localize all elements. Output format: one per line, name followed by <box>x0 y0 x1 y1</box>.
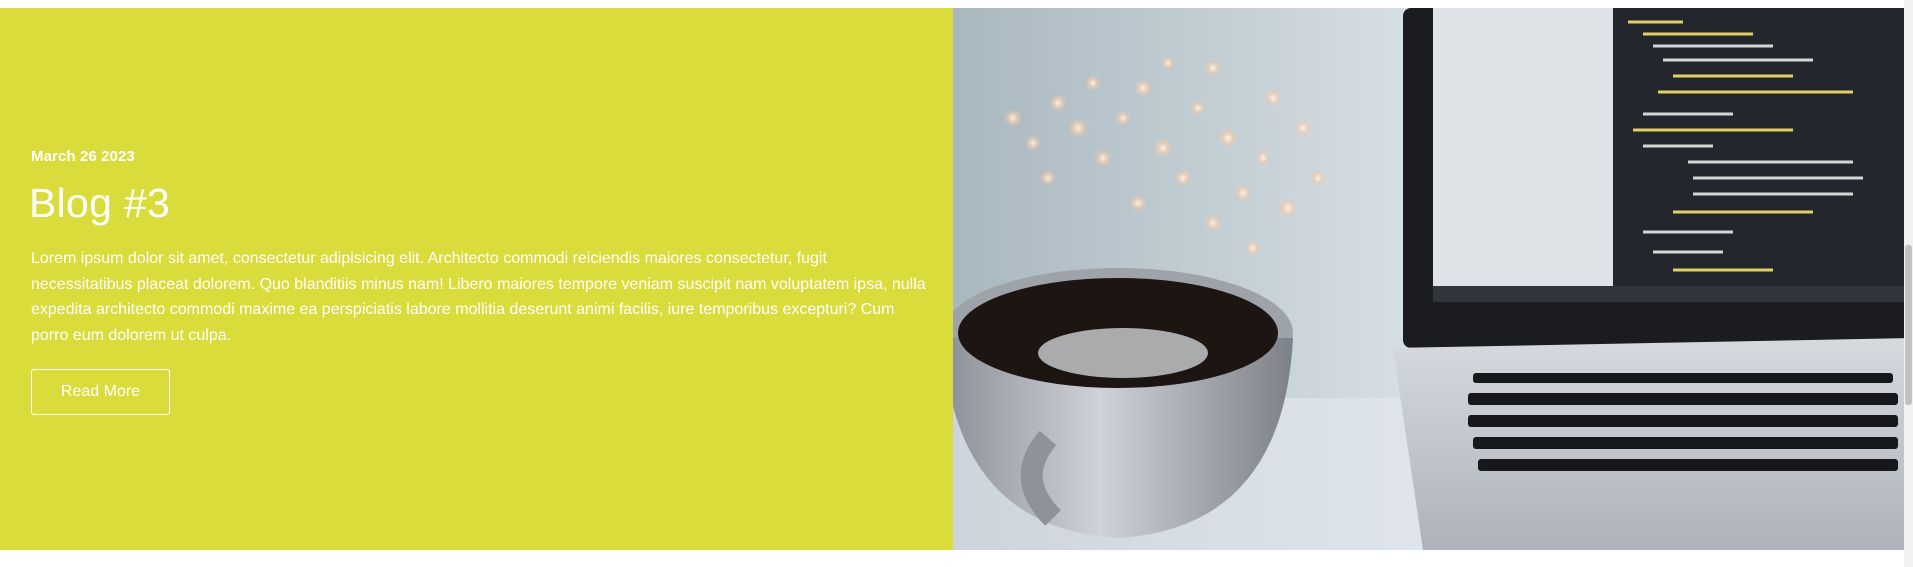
read-more-button[interactable]: Read More <box>31 369 170 415</box>
blog-card: March 26 2023 Blog #3 Lorem ipsum dolor … <box>0 8 1913 550</box>
post-excerpt: Lorem ipsum dolor sit amet, consectetur … <box>31 250 926 344</box>
post-title: Blog #3 <box>29 180 171 226</box>
scrollbar-thumb[interactable] <box>1905 245 1912 405</box>
laptop <box>1393 8 1913 550</box>
post-date: March 26 2023 <box>31 148 135 165</box>
blog-text-panel: March 26 2023 Blog #3 Lorem ipsum dolor … <box>0 8 953 550</box>
post-image <box>953 8 1913 550</box>
coffee-laptop-photo <box>953 8 1913 550</box>
page-scrollbar[interactable] <box>1904 0 1913 567</box>
